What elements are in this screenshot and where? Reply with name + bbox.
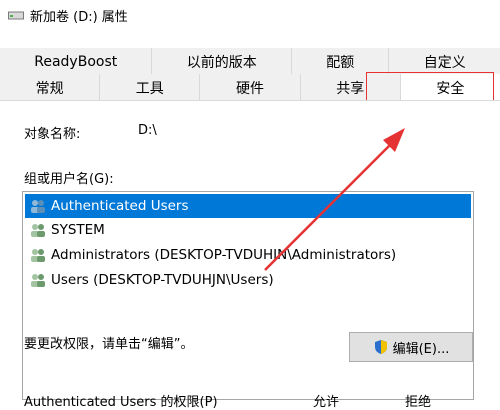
- list-item-label: Authenticated Users: [51, 198, 189, 214]
- users-icon: [31, 249, 45, 262]
- window-title: 新加卷 (D:) 属性: [30, 10, 128, 25]
- list-item-label: SYSTEM: [51, 222, 105, 238]
- group-user-label: 组或用户名(G):: [24, 172, 114, 187]
- tab-customize[interactable]: 自定义: [389, 48, 500, 75]
- list-item-users[interactable]: Users (DESKTOP-TVDUHJN\Users): [25, 268, 471, 292]
- edit-hint-text: 要更改权限，请单击“编辑”。: [24, 337, 194, 352]
- group-user-list[interactable]: Authenticated Users SYSTEM Administrator…: [22, 191, 474, 400]
- tab-tools[interactable]: 工具: [100, 74, 201, 101]
- tab-quota[interactable]: 配额: [291, 48, 390, 75]
- deny-column-header: 拒绝: [405, 395, 432, 410]
- tab-general[interactable]: 常规: [0, 74, 101, 101]
- permissions-label: Authenticated Users 的权限(P): [24, 395, 218, 410]
- title-bar: 新加卷 (D:) 属性: [0, 0, 500, 30]
- list-item-authenticated-users[interactable]: Authenticated Users: [25, 194, 471, 218]
- shield-icon: [374, 340, 387, 354]
- allow-column-header: 允许: [313, 395, 340, 410]
- users-icon: [31, 224, 45, 237]
- users-icon: [31, 200, 45, 213]
- list-item-system[interactable]: SYSTEM: [25, 218, 471, 242]
- list-item-label: Users (DESKTOP-TVDUHJN\Users): [51, 272, 274, 288]
- tab-readyboost[interactable]: ReadyBoost: [0, 48, 153, 75]
- list-item-label: Administrators (DESKTOP-TVDUHJN\Administ…: [51, 247, 397, 263]
- object-name-label: 对象名称:: [24, 127, 81, 142]
- drive-icon: [8, 11, 24, 20]
- edit-button-label: 编辑(E)...: [392, 341, 450, 357]
- object-name-value: D:\: [138, 123, 157, 138]
- edit-button[interactable]: 编辑(E)...: [349, 332, 473, 362]
- security-panel: 对象名称: D:\ 组或用户名(G): Authenticated Users …: [0, 100, 500, 410]
- tab-hardware[interactable]: 硬件: [200, 74, 301, 101]
- list-item-administrators[interactable]: Administrators (DESKTOP-TVDUHJN\Administ…: [25, 243, 471, 267]
- users-icon: [31, 274, 45, 287]
- tab-previous-versions[interactable]: 以前的版本: [152, 48, 292, 75]
